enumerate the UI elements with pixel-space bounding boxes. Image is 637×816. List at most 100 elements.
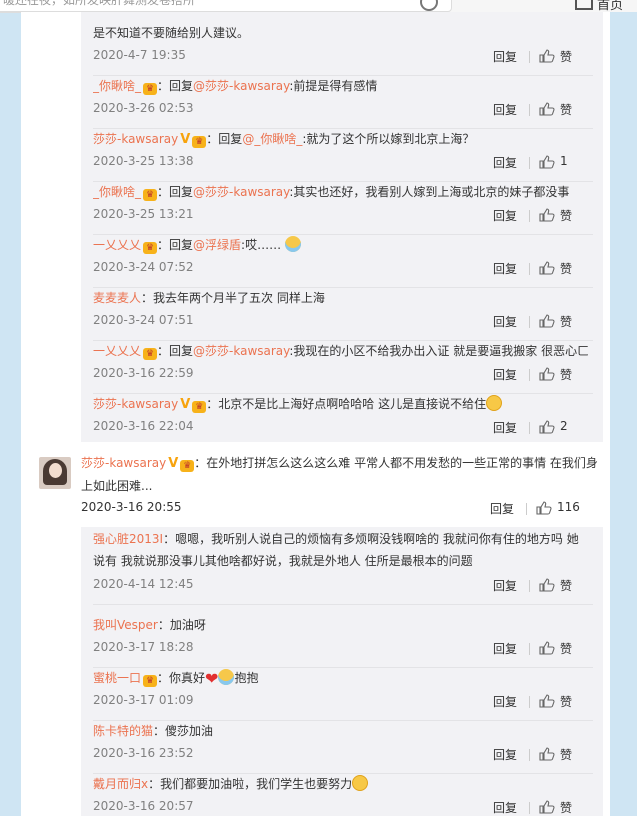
reply-text: 蜜桃一口 ♛ ：你真好❤ 抱抱: [93, 667, 589, 690]
reply-button[interactable]: 回复: [493, 693, 517, 710]
reply-time: 2020-3-17 01:09: [93, 693, 194, 707]
thumbs-up-icon[interactable]: [539, 578, 555, 592]
user-nickname[interactable]: 一乂乂乂: [93, 344, 141, 358]
like-count[interactable]: 赞: [560, 693, 572, 710]
divider: [529, 580, 530, 592]
reply-text: 莎莎-kawsaray V ♛ ：北京不是比上海好点啊哈哈哈 这儿是直接说不给住: [93, 393, 589, 416]
reply-time: 2020-4-7 19:35: [93, 48, 186, 62]
reply-button[interactable]: 回复: [493, 577, 517, 594]
like-count[interactable]: 116: [557, 500, 580, 514]
mention-link[interactable]: @浮绿盾: [193, 238, 241, 252]
like-count[interactable]: 赞: [560, 799, 572, 816]
thumbs-up-icon[interactable]: [539, 314, 555, 328]
reply-button[interactable]: 回复: [493, 313, 517, 330]
reply-item: 麦麦麦人：我去年两个月半了五次 同样上海 2020-3-24 07:51 回复 …: [81, 287, 603, 341]
like-count[interactable]: 赞: [560, 366, 572, 383]
reply-ops: 回复 赞: [493, 207, 603, 225]
user-nickname[interactable]: 麦麦麦人: [93, 291, 141, 305]
user-nickname[interactable]: 陈卡特的猫: [93, 724, 153, 738]
thumbs-up-icon[interactable]: [539, 367, 555, 381]
thumbs-up-icon[interactable]: [539, 208, 555, 222]
reply-button[interactable]: 回复: [493, 366, 517, 383]
thumbs-up-icon[interactable]: [539, 102, 555, 116]
like-count[interactable]: 赞: [560, 101, 572, 118]
reply-time: 2020-3-16 22:04: [93, 419, 194, 433]
reply-ops: 回复 赞: [493, 366, 603, 384]
crown-badge-icon: ♛: [180, 460, 195, 472]
reply-button[interactable]: 回复: [490, 500, 514, 517]
thumbs-up-icon[interactable]: [539, 49, 555, 63]
like-count[interactable]: 赞: [560, 746, 572, 763]
reply-button[interactable]: 回复: [493, 154, 517, 171]
crown-badge-icon: ♛: [192, 401, 207, 413]
user-nickname[interactable]: 强心脏2013I: [93, 532, 163, 546]
reply-button[interactable]: 回复: [493, 207, 517, 224]
comment-ops: 回复 116: [490, 500, 600, 518]
like-count[interactable]: 赞: [560, 207, 572, 224]
like-count[interactable]: 赞: [560, 577, 572, 594]
reply-prefix: ：回复: [157, 238, 194, 252]
reply-content: ：你真好: [157, 671, 206, 685]
search-input[interactable]: 暖还在夜，如所发映肝舞测发卷搭所: [0, 0, 452, 12]
crown-badge-icon: ♛: [143, 348, 158, 360]
thumbs-up-icon[interactable]: [536, 501, 552, 515]
like-count[interactable]: 赞: [560, 313, 572, 330]
mention-link[interactable]: @莎莎-kawsaray: [193, 185, 289, 199]
divider: [529, 104, 530, 116]
user-nickname[interactable]: _你瞅啥_: [93, 185, 141, 199]
reply-ops: 回复 赞: [493, 101, 603, 119]
thumbs-up-icon[interactable]: [539, 155, 555, 169]
thumbs-up-icon[interactable]: [539, 420, 555, 434]
reply-prefix: ：回复: [157, 79, 194, 93]
reply-button[interactable]: 回复: [493, 419, 517, 436]
reply-list: 强心脏2013I：嗯嗯，我听别人说自己的烦恼有多烦啊没钱啊啥的 我就问你有住的地…: [81, 527, 603, 816]
mention-link[interactable]: @莎莎-kawsaray: [193, 344, 289, 358]
thumbs-up-icon[interactable]: [539, 800, 555, 814]
reply-time: 2020-3-17 18:28: [93, 640, 194, 654]
mention-link[interactable]: @莎莎-kawsaray: [193, 79, 289, 93]
reply-button[interactable]: 回复: [493, 746, 517, 763]
thumbs-up-icon[interactable]: [539, 641, 555, 655]
reply-time: 2020-3-16 22:59: [93, 366, 194, 380]
user-nickname[interactable]: 莎莎-kawsaray: [93, 132, 178, 146]
like-count[interactable]: 赞: [560, 48, 572, 65]
reply-ops: 回复 赞: [493, 746, 603, 764]
reply-content: :我现在的小区不给我办出入证 就是要逼我搬家 很恶心ㄈ: [289, 344, 589, 358]
mention-link[interactable]: @_你瞅啥_: [242, 132, 302, 146]
reply-button[interactable]: 回复: [493, 101, 517, 118]
like-count[interactable]: 赞: [560, 640, 572, 657]
user-nickname[interactable]: 我叫Vesper: [93, 618, 158, 632]
like-count[interactable]: 2: [560, 419, 568, 433]
reply-time: 2020-3-16 23:52: [93, 746, 194, 760]
reply-time: 2020-3-16 20:57: [93, 799, 194, 813]
user-nickname[interactable]: 莎莎-kawsaray: [81, 456, 166, 470]
reply-item: 莎莎-kawsaray V ♛ ：回复@_你瞅啥_:就为了这个所以嫁到北京上海？ 20…: [81, 128, 603, 182]
thumbs-up-icon[interactable]: [539, 694, 555, 708]
reply-prefix: ：回复: [206, 132, 243, 146]
reply-ops: 回复 2: [493, 419, 603, 437]
reply-content: :前提是得有感情: [289, 79, 378, 93]
reply-item: 戴月而归x：我们都要加油啦，我们学生也要努力 2020-3-16 20:57 回…: [81, 773, 603, 816]
user-nickname[interactable]: 莎莎-kawsaray: [93, 397, 178, 411]
reply-button[interactable]: 回复: [493, 799, 517, 816]
reply-item: 一乂乂乂 ♛ ：回复@莎莎-kawsaray:我现在的小区不给我办出入证 就是要逼我…: [81, 340, 603, 394]
reply-button[interactable]: 回复: [493, 640, 517, 657]
user-nickname[interactable]: 蜜桃一口: [93, 671, 141, 685]
user-nickname[interactable]: _你瞅啥_: [93, 79, 141, 93]
user-nickname[interactable]: 戴月而归x: [93, 777, 148, 791]
home-icon[interactable]: [575, 0, 593, 10]
like-count[interactable]: 赞: [560, 260, 572, 277]
reply-button[interactable]: 回复: [493, 48, 517, 65]
reply-item: 是不知道不要随给别人建议。 2020-4-7 19:35 回复 赞: [81, 22, 603, 76]
reply-text: 麦麦麦人：我去年两个月半了五次 同样上海: [93, 287, 589, 309]
divider: [529, 643, 530, 655]
thumbs-up-icon[interactable]: [539, 261, 555, 275]
user-nickname[interactable]: 一乂乂乂: [93, 238, 141, 252]
thumbs-up-icon[interactable]: [539, 747, 555, 761]
like-count[interactable]: 1: [560, 154, 568, 168]
verified-badge-icon: V: [168, 456, 179, 471]
reply-button[interactable]: 回复: [493, 260, 517, 277]
reply-text: 戴月而归x：我们都要加油啦，我们学生也要努力: [93, 773, 589, 795]
comment-text: 莎莎-kawsaray V ♛ ：在外地打拼怎么这么这么难 平常人都不用发愁的一些正常…: [81, 452, 601, 497]
reply-text: 莎莎-kawsaray V ♛ ：回复@_你瞅啥_:就为了这个所以嫁到北京上海？: [93, 128, 589, 151]
